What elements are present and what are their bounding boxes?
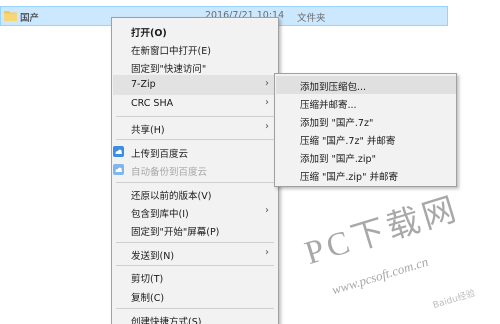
menu-item-label: 剪切(T) xyxy=(131,274,164,285)
file-type: 文件夹 xyxy=(297,13,326,24)
submenu-item-add-7z[interactable]: 添加到 "国产.7z" xyxy=(276,112,456,130)
menu-item-label: 创建快捷方式(S) xyxy=(131,317,202,324)
menu-item-pin-quick-access[interactable]: 固定到"快速访问" xyxy=(113,57,278,77)
menu-item-cut[interactable]: 剪切(T) xyxy=(113,267,278,287)
menu-item-label: 固定到"开始"屏幕(P) xyxy=(131,227,220,238)
submenu-item-label: 添加到 "国产.zip" xyxy=(300,154,376,165)
submenu-item-label: 压缩并邮寄... xyxy=(300,100,357,111)
menu-item-copy[interactable]: 复制(C) xyxy=(113,286,278,306)
submenu-item-add-archive[interactable]: 添加到压缩包... xyxy=(276,76,456,94)
folder-icon xyxy=(4,11,17,21)
menu-separator xyxy=(116,308,274,309)
submenu-item-label: 压缩 "国产.7z" 并邮寄 xyxy=(300,136,396,147)
menu-item-include-library[interactable]: 包含到库中(I) › xyxy=(113,202,278,222)
menu-separator xyxy=(116,139,274,140)
menu-item-label: 共享(H) xyxy=(131,125,165,136)
menu-item-pin-start[interactable]: 固定到"开始"屏幕(P) xyxy=(113,220,278,240)
watermark-logo: Baidu经验 xyxy=(431,288,477,312)
menu-item-label: 打开(O) xyxy=(131,28,167,39)
menu-item-label: 固定到"快速访问" xyxy=(131,64,207,75)
menu-item-share[interactable]: 共享(H) › xyxy=(113,118,278,138)
menu-item-label: 包含到库中(I) xyxy=(131,209,189,220)
chevron-right-icon: › xyxy=(265,205,269,216)
menu-item-open[interactable]: 打开(O) xyxy=(113,21,278,41)
chevron-right-icon: › xyxy=(265,97,269,108)
menu-separator xyxy=(116,116,274,117)
context-menu: 打开(O) 在新窗口中打开(E) 固定到"快速访问" 7-Zip › CRC S… xyxy=(111,17,279,324)
menu-item-crc-sha[interactable]: CRC SHA › xyxy=(113,94,278,114)
menu-item-label: 发送到(N) xyxy=(131,251,175,262)
chevron-right-icon: › xyxy=(265,78,269,89)
chevron-right-icon: › xyxy=(265,121,269,132)
submenu-item-add-zip[interactable]: 添加到 "国产.zip" xyxy=(276,148,456,166)
submenu-item-label: 添加到压缩包... xyxy=(300,82,367,93)
menu-item-open-new-window[interactable]: 在新窗口中打开(E) xyxy=(113,39,278,59)
chevron-right-icon: › xyxy=(265,247,269,258)
menu-item-label: 在新窗口中打开(E) xyxy=(131,46,211,57)
submenu-item-compress-email[interactable]: 压缩并邮寄... xyxy=(276,94,456,112)
menu-item-auto-backup-baidu[interactable]: 自动备份到百度云 xyxy=(113,160,278,180)
menu-item-label: 7-Zip xyxy=(131,79,156,90)
menu-item-restore-previous[interactable]: 还原以前的版本(V) xyxy=(113,184,278,204)
watermark-title: PC下载网 xyxy=(300,190,464,272)
baidu-cloud-icon xyxy=(113,146,124,157)
menu-item-label: CRC SHA xyxy=(131,98,174,109)
submenu-item-compress-7z-email[interactable]: 压缩 "国产.7z" 并邮寄 xyxy=(276,130,456,148)
menu-item-upload-baidu[interactable]: 上传到百度云 xyxy=(113,142,278,162)
menu-item-label: 还原以前的版本(V) xyxy=(131,191,212,202)
submenu-item-compress-zip-email[interactable]: 压缩 "国产.zip" 并邮寄 xyxy=(276,166,456,184)
menu-item-create-shortcut[interactable]: 创建快捷方式(S) xyxy=(113,310,278,324)
menu-item-send-to[interactable]: 发送到(N) › xyxy=(113,244,278,264)
menu-item-label: 上传到百度云 xyxy=(131,149,189,160)
menu-item-label: 复制(C) xyxy=(131,293,165,304)
submenu-item-label: 添加到 "国产.7z" xyxy=(300,118,374,129)
7zip-submenu: 添加到压缩包... 压缩并邮寄... 添加到 "国产.7z" 压缩 "国产.7z… xyxy=(274,73,457,187)
file-name: 国产 xyxy=(20,13,40,24)
baidu-cloud-icon xyxy=(113,164,124,175)
menu-item-7zip[interactable]: 7-Zip › xyxy=(113,75,278,95)
menu-separator xyxy=(116,242,274,243)
submenu-item-label: 压缩 "国产.zip" 并邮寄 xyxy=(300,172,398,183)
menu-separator xyxy=(116,182,274,183)
menu-separator xyxy=(116,265,274,266)
menu-item-label: 自动备份到百度云 xyxy=(131,167,208,178)
